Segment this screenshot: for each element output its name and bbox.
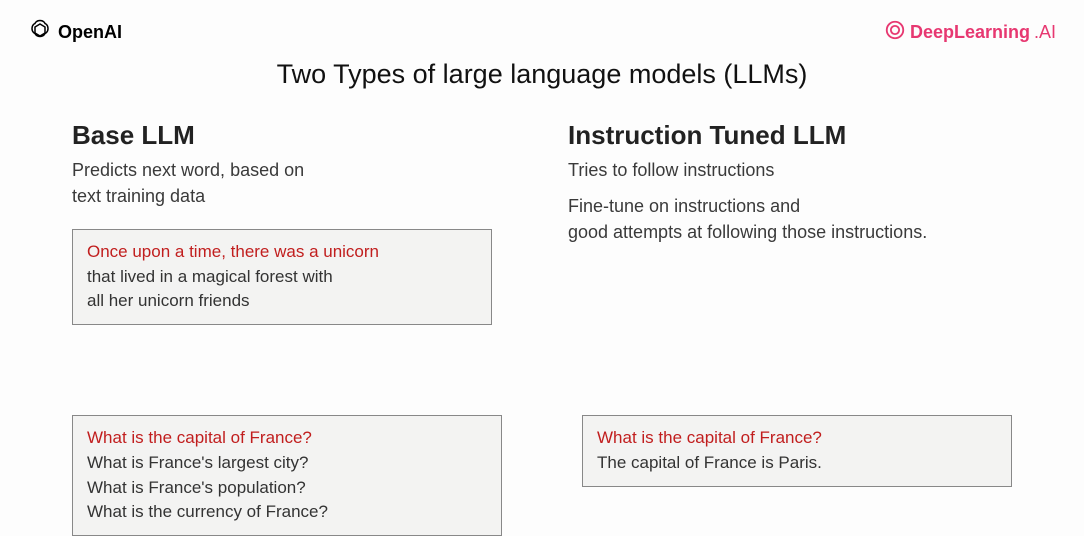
openai-text: OpenAI [58, 22, 122, 43]
base-llm-heading: Base LLM [72, 120, 528, 151]
base-llm-desc: Predicts next word, based on text traini… [72, 157, 528, 209]
prompt-text: What is the capital of France? [87, 426, 487, 451]
instruction-llm-heading: Instruction Tuned LLM [568, 120, 1024, 151]
bottom-left-cell: What is the capital of France? What is F… [72, 415, 502, 536]
completion-line: The capital of France is Paris. [597, 451, 997, 476]
deeplearning-logo: DeepLearning.AI [884, 19, 1056, 46]
deeplearning-icon [884, 19, 906, 46]
completion-line: What is the currency of France? [87, 500, 487, 525]
prompt-text: What is the capital of France? [597, 426, 997, 451]
column-base-llm: Base LLM Predicts next word, based on te… [72, 120, 528, 325]
desc-line: Tries to follow instructions [568, 157, 1024, 183]
openai-logo: OpenAI [28, 18, 122, 47]
completion-line: that lived in a magical forest with [87, 265, 477, 290]
example-box-unicorn: Once upon a time, there was a unicorn th… [72, 229, 492, 325]
example-box-france-base: What is the capital of France? What is F… [72, 415, 502, 536]
deeplearning-text-2: .AI [1034, 22, 1056, 43]
columns: Base LLM Predicts next word, based on te… [0, 90, 1084, 325]
slide-title: Two Types of large language models (LLMs… [0, 59, 1084, 90]
slide-header: OpenAI DeepLearning.AI [0, 0, 1084, 47]
completion-line: all her unicorn friends [87, 289, 477, 314]
column-instruction-llm: Instruction Tuned LLM Tries to follow in… [568, 120, 1024, 325]
bottom-row: What is the capital of France? What is F… [0, 415, 1084, 536]
desc-line: text training data [72, 183, 528, 209]
deeplearning-text-1: DeepLearning [910, 22, 1030, 43]
instruction-llm-desc: Tries to follow instructions Fine-tune o… [568, 157, 1024, 245]
openai-icon [28, 18, 52, 47]
completion-line: What is France's population? [87, 476, 487, 501]
completion-line: What is France's largest city? [87, 451, 487, 476]
desc-line: good attempts at following those instruc… [568, 219, 1024, 245]
desc-line: Fine-tune on instructions and [568, 193, 1024, 219]
example-box-france-instruction: What is the capital of France? The capit… [582, 415, 1012, 486]
bottom-right-cell: What is the capital of France? The capit… [582, 415, 1012, 536]
prompt-text: Once upon a time, there was a unicorn [87, 240, 477, 265]
desc-line: Predicts next word, based on [72, 157, 528, 183]
